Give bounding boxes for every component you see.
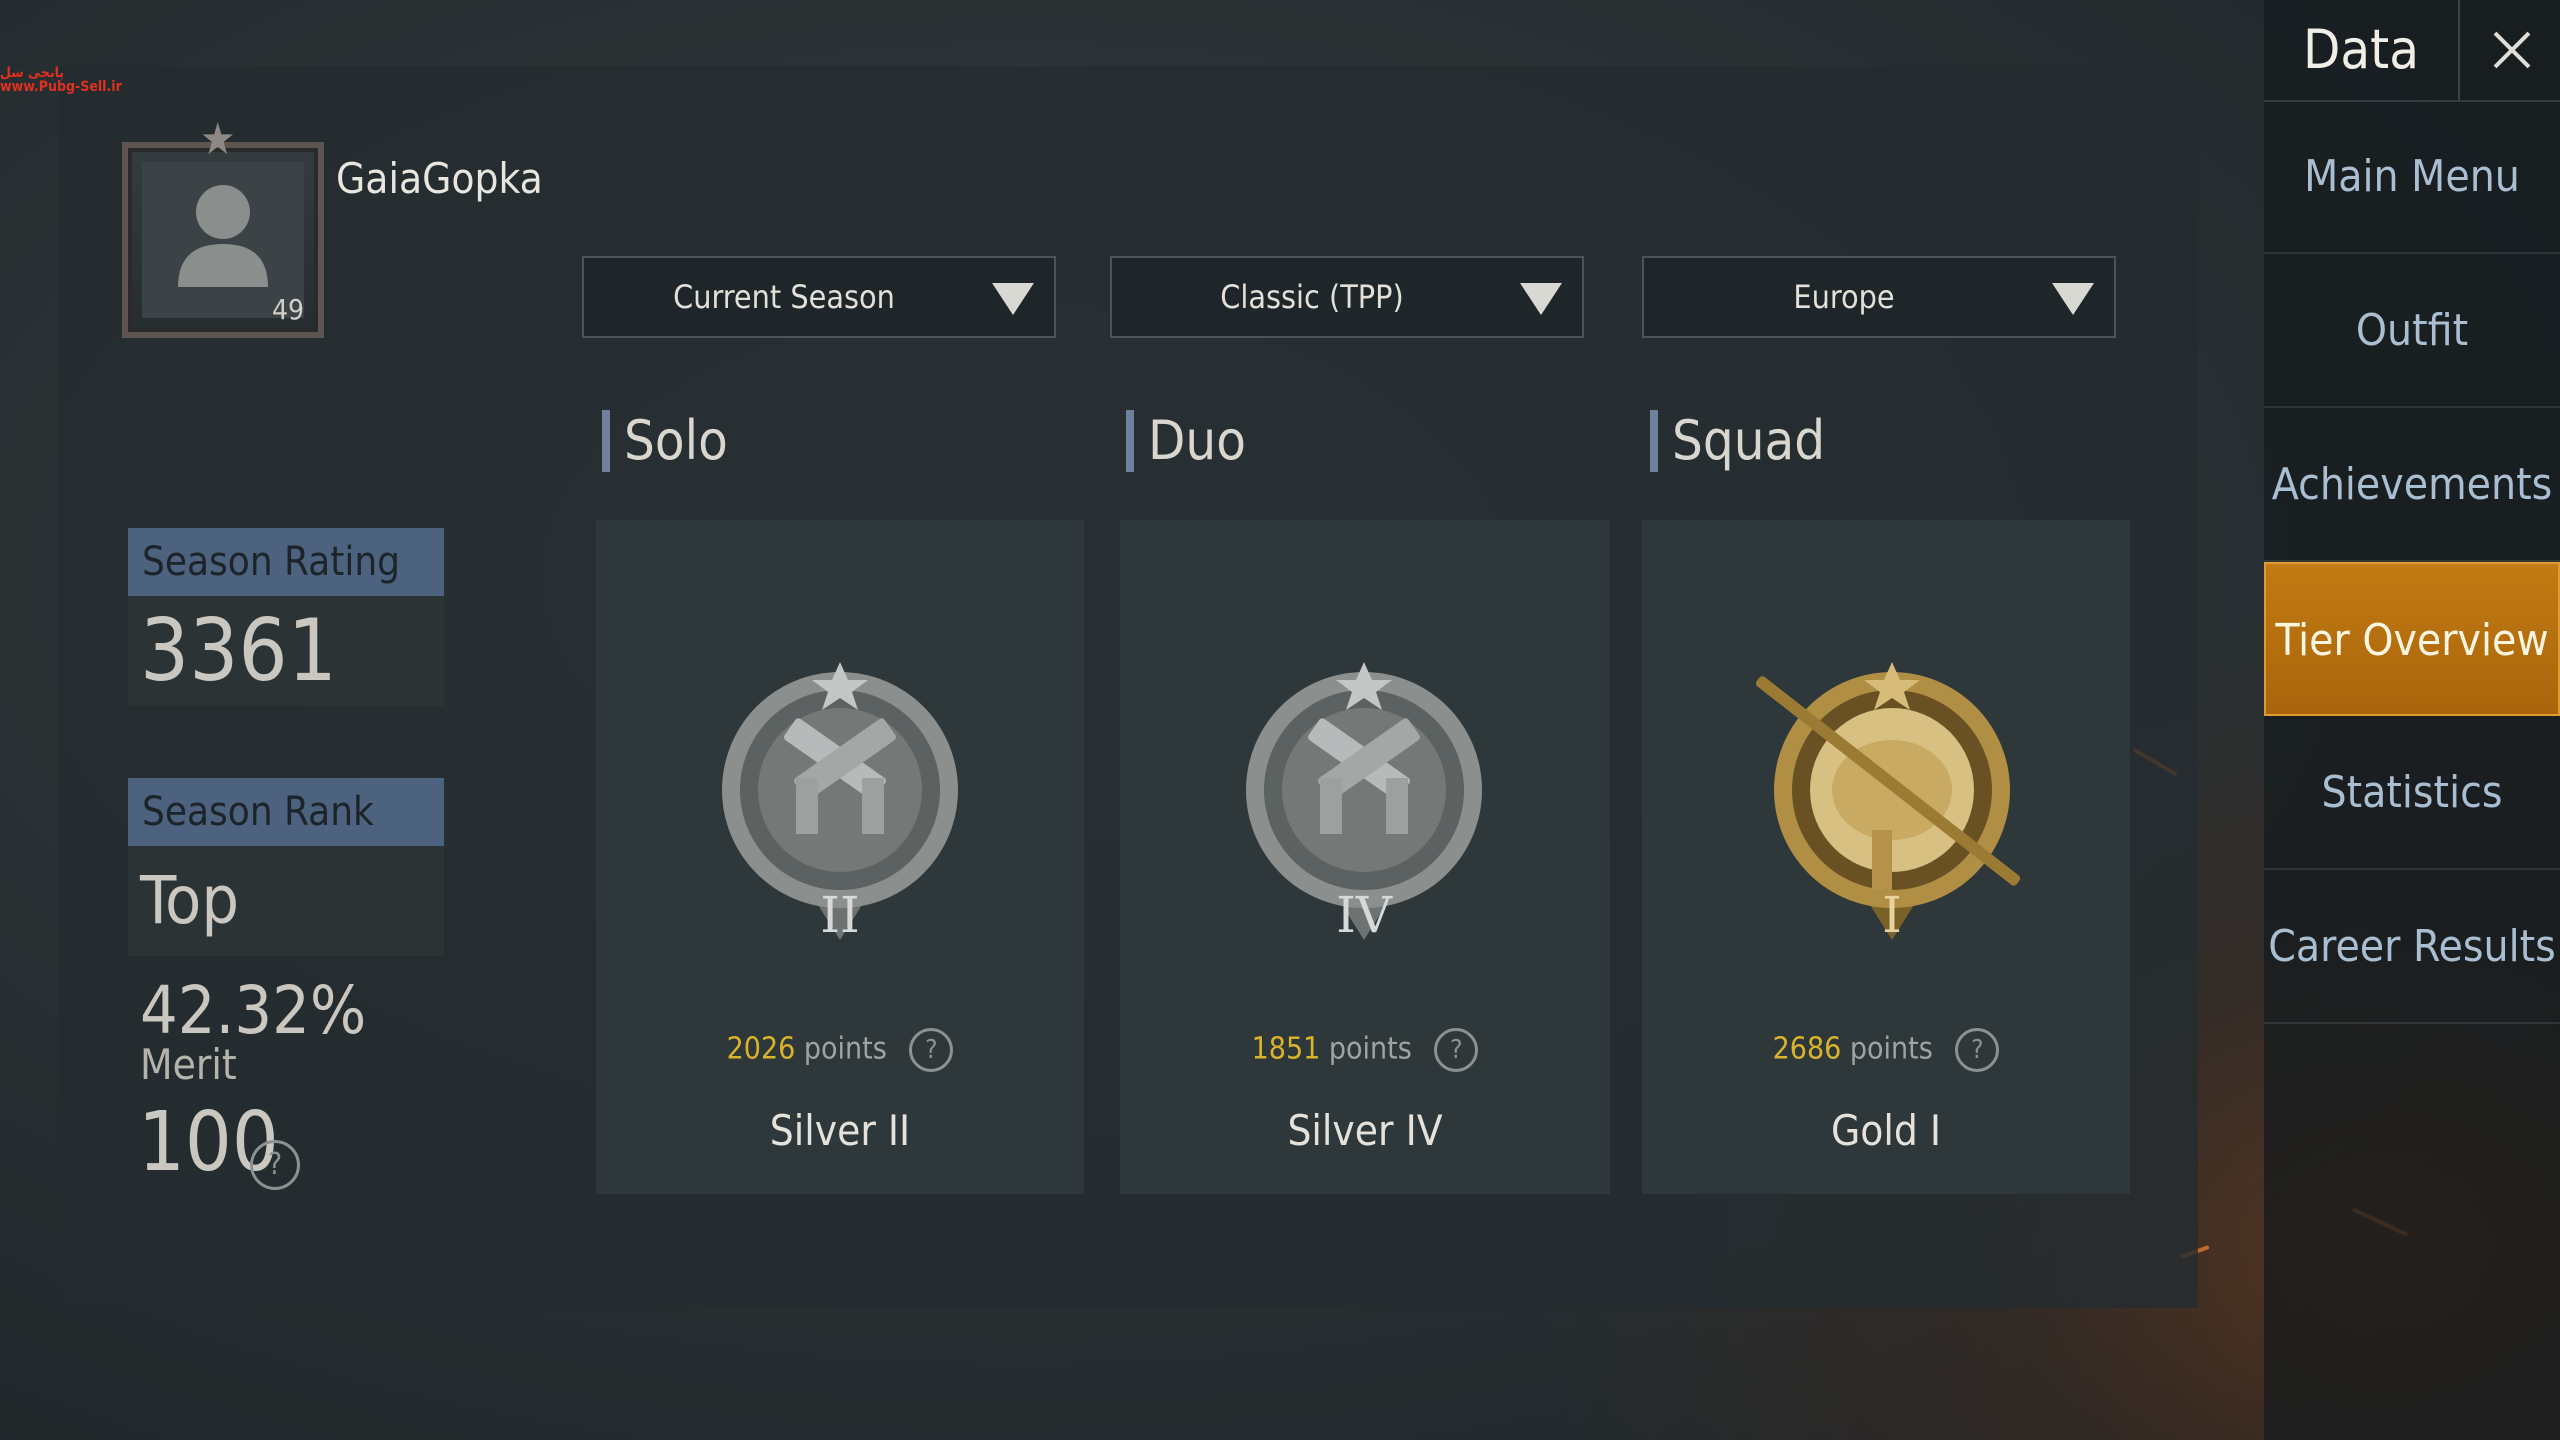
squad-title: Squad: [1650, 410, 1825, 472]
mode-dropdown-label: Classic (TPP): [1220, 278, 1404, 316]
squad-points: 2686 points ?: [1642, 1028, 2130, 1072]
squad-tier-name: Gold I: [1830, 1106, 1942, 1155]
region-dropdown-label: Europe: [1793, 278, 1895, 316]
season-dropdown-label: Current Season: [673, 278, 895, 316]
tier-numeral: IV: [1336, 886, 1393, 944]
season-rating-value: 3361: [128, 596, 444, 706]
close-icon[interactable]: [2458, 0, 2560, 100]
watermark: پابجی سل www.Pubg-Sell.ir: [0, 65, 122, 95]
season-dropdown[interactable]: Current Season: [582, 256, 1056, 338]
sidebar-item-career-results[interactable]: Career Results: [2264, 870, 2560, 1024]
tier-numeral: II: [820, 886, 860, 944]
points-suffix: points: [1328, 1031, 1412, 1067]
dropdown-arrow-icon: [992, 283, 1034, 315]
username: GaiaGopka: [336, 154, 543, 203]
merit-label: Merit: [140, 1040, 237, 1089]
duo-tier-card[interactable]: IV 1851 points ? Silver IV: [1120, 520, 1610, 1194]
solo-tier-card[interactable]: II 2026 points ? Silver II: [596, 520, 1084, 1194]
help-icon[interactable]: ?: [909, 1028, 954, 1072]
season-rank-value: Top 42.32%: [128, 846, 444, 1049]
points-suffix: points: [803, 1031, 887, 1067]
sidebar-title: Data: [2303, 18, 2419, 81]
sidebar-item-tier-overview[interactable]: Tier Overview: [2264, 562, 2560, 716]
region-dropdown[interactable]: Europe: [1642, 256, 2116, 338]
sidebar-item-achievements[interactable]: Achievements: [2264, 408, 2560, 562]
duo-points-value: 1851: [1251, 1031, 1321, 1067]
player-level: 49: [271, 293, 304, 326]
solo-points: 2026 points ?: [596, 1028, 1084, 1072]
dropdown-arrow-icon: [2052, 283, 2094, 315]
season-rank-label: Season Rank: [128, 778, 444, 846]
duo-title: Duo: [1126, 410, 1246, 472]
duo-tier-name: Silver IV: [1287, 1106, 1443, 1155]
solo-tier-name: Silver II: [769, 1106, 911, 1155]
squad-tier-card[interactable]: I 2686 points ? Gold I: [1642, 520, 2130, 1194]
solo-points-value: 2026: [726, 1031, 796, 1067]
solo-title: Solo: [602, 410, 728, 472]
sidebar-item-main-menu[interactable]: Main Menu: [2264, 100, 2560, 254]
squad-points-value: 2686: [1772, 1031, 1842, 1067]
merit-help-icon[interactable]: ?: [250, 1140, 300, 1190]
dropdown-arrow-icon: [1520, 283, 1562, 315]
silver-tier-emblem-icon: IV: [1246, 662, 1482, 944]
sidebar-item-outfit[interactable]: Outfit: [2264, 254, 2560, 408]
tier-numeral: I: [1882, 886, 1902, 944]
avatar[interactable]: 49: [122, 142, 324, 338]
mode-dropdown[interactable]: Classic (TPP): [1110, 256, 1584, 338]
points-suffix: points: [1849, 1031, 1933, 1067]
season-rating-label: Season Rating: [128, 528, 444, 596]
duo-points: 1851 points ?: [1120, 1028, 1610, 1072]
help-icon[interactable]: ?: [1955, 1028, 2000, 1072]
sidebar-header: Data: [2264, 0, 2560, 102]
sidebar-item-statistics[interactable]: Statistics: [2264, 716, 2560, 870]
sidebar: Data Main Menu Outfit Achievements Tier …: [2264, 0, 2560, 1440]
gold-tier-emblem-icon: I: [1755, 662, 2021, 944]
star-icon: ★: [200, 114, 236, 165]
help-icon[interactable]: ?: [1434, 1028, 1479, 1072]
silver-tier-emblem-icon: II: [722, 662, 958, 944]
